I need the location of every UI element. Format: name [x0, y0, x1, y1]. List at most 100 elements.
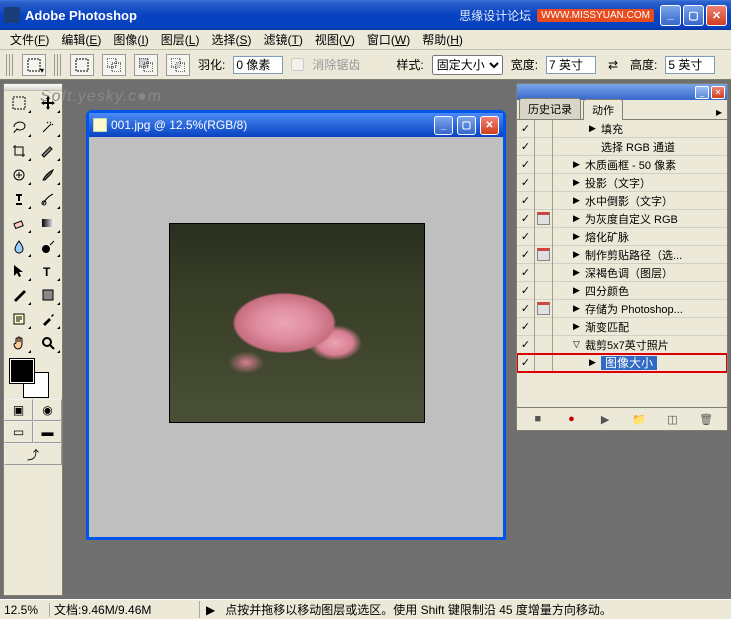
crop-tool[interactable]	[4, 139, 33, 163]
expand-toggle[interactable]: ▶	[573, 177, 585, 188]
path-select-tool[interactable]	[4, 259, 33, 283]
action-toggle-checkbox[interactable]: ✓	[517, 264, 535, 282]
marquee-mode-subtract[interactable]	[134, 54, 158, 76]
play-button[interactable]: ▶	[595, 411, 615, 427]
hand-tool[interactable]	[4, 331, 33, 355]
action-toggle-checkbox[interactable]: ✓	[517, 120, 535, 138]
expand-toggle[interactable]: ▶	[573, 249, 585, 260]
action-toggle-checkbox[interactable]: ✓	[517, 354, 535, 372]
expand-toggle[interactable]: ▶	[573, 213, 585, 224]
action-toggle-checkbox[interactable]: ✓	[517, 318, 535, 336]
move-tool[interactable]	[33, 91, 62, 115]
zoom-tool[interactable]	[33, 331, 62, 355]
panel-close-button[interactable]: ✕	[711, 86, 725, 99]
action-row[interactable]: ✓▶渐变匹配	[517, 318, 727, 336]
action-dialog-toggle[interactable]	[535, 120, 553, 138]
action-dialog-toggle[interactable]	[535, 192, 553, 210]
image-canvas[interactable]	[169, 223, 425, 423]
expand-toggle[interactable]: ▶	[573, 267, 585, 278]
action-toggle-checkbox[interactable]: ✓	[517, 192, 535, 210]
action-toggle-checkbox[interactable]: ✓	[517, 246, 535, 264]
panel-menu-button[interactable]: ▸	[711, 105, 727, 119]
expand-toggle[interactable]: ▶	[589, 357, 601, 368]
action-toggle-checkbox[interactable]: ✓	[517, 174, 535, 192]
action-row[interactable]: ✓▶水中倒影（文字）	[517, 192, 727, 210]
brush-tool[interactable]	[33, 163, 62, 187]
new-action-button[interactable]: ◫	[662, 411, 682, 427]
swap-dimensions-button[interactable]: ⇄	[604, 56, 622, 74]
foreground-color-swatch[interactable]	[10, 359, 34, 383]
tab-history[interactable]: 历史记录	[519, 98, 581, 119]
style-select[interactable]: 固定大小	[432, 55, 503, 75]
zoom-field[interactable]: 12.5%	[0, 603, 50, 617]
actions-list[interactable]: ✓▶填充✓选择 RGB 通道✓▶木质画框 - 50 像素✓▶投影（文字）✓▶水中…	[517, 120, 727, 408]
toolbox-grip[interactable]	[4, 84, 62, 91]
marquee-mode-intersect[interactable]	[166, 54, 190, 76]
height-input[interactable]	[665, 56, 715, 74]
action-row[interactable]: ✓选择 RGB 通道	[517, 138, 727, 156]
marquee-mode-add[interactable]	[102, 54, 126, 76]
optbar-grip[interactable]	[6, 54, 14, 76]
menu-layer[interactable]: 图层(L)	[155, 29, 206, 50]
lasso-tool[interactable]	[4, 115, 33, 139]
menu-filter[interactable]: 滤镜(T)	[257, 29, 308, 50]
expand-toggle[interactable]: ▶	[573, 231, 585, 242]
action-row[interactable]: ✓▶制作剪贴路径（选...	[517, 246, 727, 264]
menu-view[interactable]: 视图(V)	[309, 29, 361, 50]
action-row[interactable]: ✓▶熔化矿脉	[517, 228, 727, 246]
close-button[interactable]: ✕	[706, 5, 727, 26]
action-toggle-checkbox[interactable]: ✓	[517, 300, 535, 318]
action-row[interactable]: ✓▽裁剪5x7英寸照片	[517, 336, 727, 354]
action-toggle-checkbox[interactable]: ✓	[517, 336, 535, 354]
history-brush-tool[interactable]	[33, 187, 62, 211]
delete-button[interactable]: 🗑	[696, 411, 716, 427]
action-dialog-toggle[interactable]	[535, 228, 553, 246]
marquee-tool[interactable]	[4, 91, 33, 115]
action-dialog-toggle[interactable]	[535, 156, 553, 174]
action-row[interactable]: ✓▶深褐色调（图层）	[517, 264, 727, 282]
action-dialog-toggle[interactable]	[535, 264, 553, 282]
action-row[interactable]: ✓▶图像大小	[517, 354, 727, 372]
action-dialog-toggle[interactable]	[535, 174, 553, 192]
maximize-button[interactable]: ▢	[683, 5, 704, 26]
quickmask-mode-button[interactable]: ◉	[33, 399, 62, 421]
shape-tool[interactable]	[33, 283, 62, 307]
screenmode-button[interactable]: ▭	[4, 421, 33, 443]
action-dialog-toggle[interactable]	[535, 300, 553, 318]
panel-minimize-button[interactable]: _	[695, 86, 709, 99]
menu-window[interactable]: 窗口(W)	[361, 29, 416, 50]
standard-mode-button[interactable]: ▣	[4, 399, 33, 421]
document-minimize-button[interactable]: _	[434, 116, 453, 135]
action-dialog-toggle[interactable]	[535, 210, 553, 228]
action-toggle-checkbox[interactable]: ✓	[517, 282, 535, 300]
healing-tool[interactable]	[4, 163, 33, 187]
action-row[interactable]: ✓▶存储为 Photoshop...	[517, 300, 727, 318]
menu-image[interactable]: 图像(I)	[107, 29, 154, 50]
blur-tool[interactable]	[4, 235, 33, 259]
expand-toggle[interactable]: ▶	[573, 303, 585, 314]
action-toggle-checkbox[interactable]: ✓	[517, 138, 535, 156]
action-row[interactable]: ✓▶四分颜色	[517, 282, 727, 300]
action-row[interactable]: ✓▶投影（文字）	[517, 174, 727, 192]
action-dialog-toggle[interactable]	[535, 336, 553, 354]
action-toggle-checkbox[interactable]: ✓	[517, 228, 535, 246]
action-dialog-toggle[interactable]	[535, 354, 553, 372]
action-dialog-toggle[interactable]	[535, 318, 553, 336]
minimize-button[interactable]: _	[660, 5, 681, 26]
expand-toggle[interactable]: ▶	[589, 123, 601, 134]
action-toggle-checkbox[interactable]: ✓	[517, 210, 535, 228]
expand-toggle[interactable]: ▶	[573, 159, 585, 170]
menu-help[interactable]: 帮助(H)	[416, 29, 469, 50]
stamp-tool[interactable]	[4, 187, 33, 211]
document-window[interactable]: 001.jpg @ 12.5%(RGB/8) _ ▢ ✕	[86, 110, 506, 540]
stop-button[interactable]: ■	[528, 411, 548, 427]
action-row[interactable]: ✓▶木质画框 - 50 像素	[517, 156, 727, 174]
expand-toggle[interactable]: ▶	[573, 321, 585, 332]
expand-toggle[interactable]: ▶	[573, 285, 585, 296]
notes-tool[interactable]	[4, 307, 33, 331]
new-set-button[interactable]: 📁	[629, 411, 649, 427]
feather-input[interactable]	[233, 56, 283, 74]
action-dialog-toggle[interactable]	[535, 138, 553, 156]
docinfo[interactable]: 文档:9.46M/9.46M	[50, 601, 200, 618]
action-row[interactable]: ✓▶填充	[517, 120, 727, 138]
